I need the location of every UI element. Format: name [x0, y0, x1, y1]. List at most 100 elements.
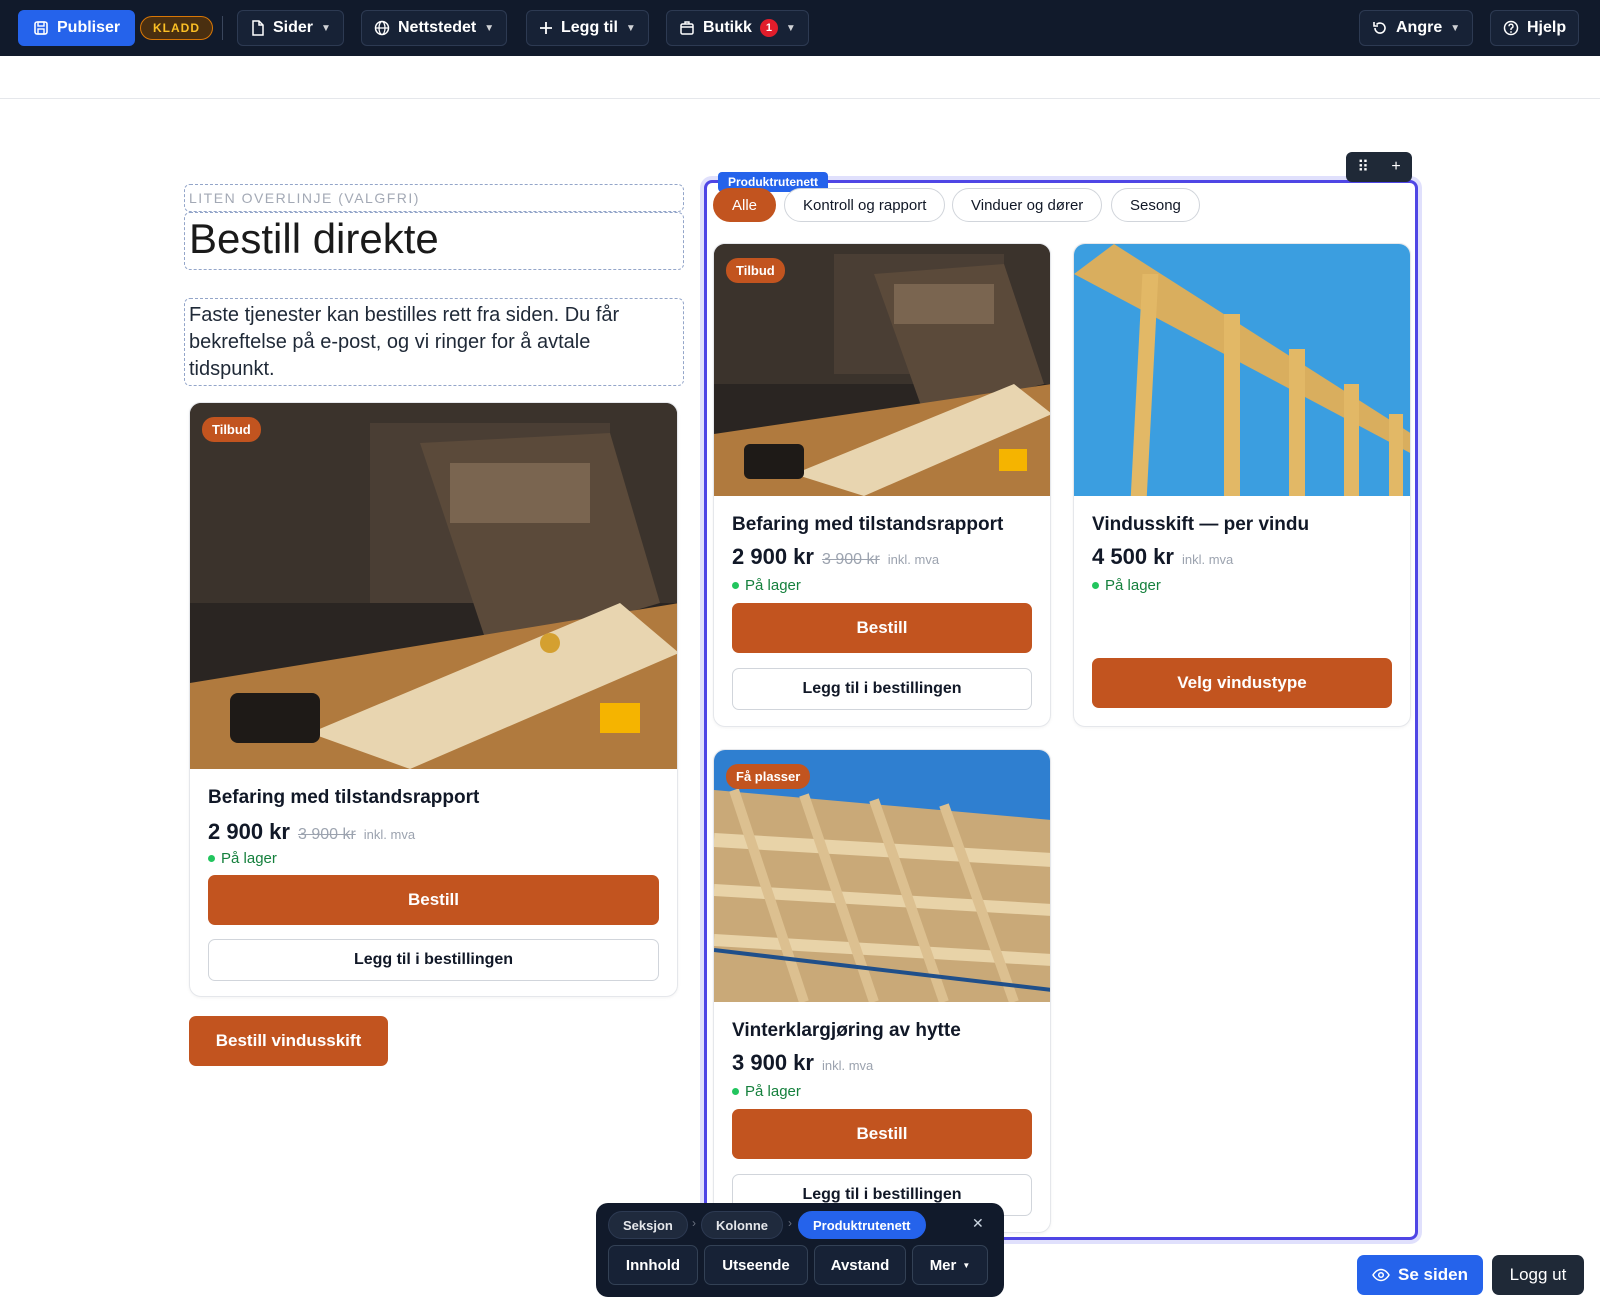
featured-product-card: Tilbud Befaring med tilstandsrapport 2 9…	[189, 402, 678, 997]
undo-label: Angre	[1396, 19, 1443, 36]
price-current: 3 900 kr	[732, 1050, 814, 1075]
stock-label: På lager	[745, 1083, 801, 1100]
save-icon	[34, 21, 48, 35]
filter-inspection[interactable]: Kontroll og rapport	[784, 188, 946, 222]
add-block-icon[interactable]: +	[1391, 158, 1400, 176]
stock-label: På lager	[745, 577, 801, 594]
price-current: 2 900 kr	[732, 544, 814, 569]
price-vat: inkl. mva	[821, 1058, 874, 1073]
store-icon	[680, 21, 694, 35]
filter-windows-doors[interactable]: Vinduer og dører	[952, 188, 1103, 222]
section-overline[interactable]: LITEN OVERLINJE (VALGFRI)	[184, 184, 684, 212]
caret-down-icon: ▼	[962, 1260, 971, 1270]
add-label: Legg til	[561, 19, 618, 36]
breadcrumb-column[interactable]: Kolonne	[701, 1211, 783, 1239]
price-vat: inkl. mva	[1181, 552, 1234, 567]
editor-toolbar: Publiser KLADD Sider ▼ Nettstedet ▼ Legg…	[0, 0, 1600, 56]
block-tools: ⠿ +	[1346, 152, 1412, 182]
price-old: 3 900 kr	[821, 551, 880, 568]
product-card: Tilbud Befaring med tilstandsrapport 2 9…	[713, 243, 1051, 727]
product-card: Vindusskift — per vindu 4 500 kr inkl. m…	[1073, 243, 1411, 727]
chevron-down-icon: ▼	[484, 22, 495, 34]
chevron-down-icon: ▼	[321, 22, 331, 34]
logout-button[interactable]: Logg ut	[1492, 1255, 1584, 1295]
product-price: 3 900 kr inkl. mva	[732, 1050, 873, 1076]
shop-label: Butikk	[703, 19, 752, 36]
product-price: 4 500 kr inkl. mva	[1092, 544, 1233, 570]
cart-count-badge: 1	[759, 19, 778, 37]
filter-all[interactable]: Alle	[713, 188, 777, 222]
product-title[interactable]: Befaring med tilstandsrapport	[732, 514, 1003, 536]
block-settings-toolbar: Seksjon › Kolonne › Produktrutenett ✕ In…	[596, 1203, 1004, 1297]
price-current: 2 900 kr	[208, 819, 290, 844]
chevron-right-icon: ›	[692, 1216, 696, 1230]
chevron-right-icon: ›	[788, 1216, 792, 1230]
help-button[interactable]: Hjelp	[1490, 10, 1580, 46]
product-image: Tilbud	[714, 244, 1050, 496]
order-window-button[interactable]: Bestill vindusskift	[189, 1016, 388, 1066]
product-card: Få plasser Vinterklargjøring av hytte 3 …	[713, 749, 1051, 1233]
website-menu-button[interactable]: Nettstedet ▼	[361, 10, 508, 46]
add-to-order-button[interactable]: Legg til i bestillingen	[208, 939, 659, 981]
more-label: Mer	[929, 1256, 957, 1274]
price-vat: inkl. mva	[363, 827, 416, 842]
stock-status: På lager	[732, 577, 801, 594]
pages-menu-button[interactable]: Sider ▼	[237, 10, 344, 46]
more-menu-button[interactable]: Mer ▼	[912, 1245, 988, 1285]
website-label: Nettstedet	[398, 19, 477, 36]
product-tag: Tilbud	[726, 258, 785, 283]
stock-status: På lager	[1092, 577, 1161, 594]
page-icon	[252, 20, 264, 36]
stock-status: På lager	[208, 850, 277, 867]
globe-icon	[374, 20, 390, 36]
publish-label: Publiser	[57, 19, 121, 36]
view-page-button[interactable]: Se siden	[1357, 1255, 1483, 1295]
choose-window-type-button[interactable]: Velg vindustype	[1092, 658, 1392, 708]
price-old: 3 900 kr	[297, 826, 356, 843]
breadcrumb-product-grid[interactable]: Produktrutenett	[798, 1211, 926, 1239]
content-tab-button[interactable]: Innhold	[608, 1245, 698, 1285]
eye-icon	[1372, 1268, 1390, 1282]
filter-season[interactable]: Sesong	[1111, 188, 1200, 222]
section-title[interactable]: Bestill direkte	[184, 212, 684, 270]
stock-label: På lager	[221, 850, 277, 867]
publish-button[interactable]: Publiser	[18, 10, 136, 46]
chevron-down-icon: ▼	[785, 22, 796, 34]
product-price: 2 900 kr 3 900 kr inkl. mva	[732, 544, 939, 570]
status-badge: KLADD	[140, 16, 213, 40]
product-tag: Få plasser	[726, 764, 811, 789]
breadcrumb-section[interactable]: Seksjon	[608, 1211, 688, 1239]
stock-dot-icon	[732, 1088, 739, 1095]
divider	[222, 16, 223, 40]
stock-dot-icon	[208, 855, 215, 862]
undo-button[interactable]: Angre ▼	[1359, 10, 1474, 46]
stock-dot-icon	[1092, 582, 1099, 589]
view-page-label: Se siden	[1398, 1265, 1468, 1284]
stock-dot-icon	[732, 582, 739, 589]
spacing-tab-button[interactable]: Avstand	[814, 1245, 906, 1285]
plus-icon	[540, 22, 552, 34]
header-divider	[0, 98, 1600, 99]
product-title[interactable]: Vindusskift — per vindu	[1092, 514, 1309, 536]
product-tag: Tilbud	[202, 417, 261, 442]
price-vat: inkl. mva	[887, 552, 940, 567]
order-button[interactable]: Bestill	[732, 1109, 1032, 1159]
product-image	[1074, 244, 1410, 496]
close-icon[interactable]: ✕	[972, 1215, 984, 1232]
product-price: 2 900 kr 3 900 kr inkl. mva	[208, 819, 415, 845]
add-to-order-button[interactable]: Legg til i bestillingen	[732, 668, 1032, 710]
stock-label: På lager	[1105, 577, 1161, 594]
appearance-tab-button[interactable]: Utseende	[704, 1245, 808, 1285]
order-button[interactable]: Bestill	[208, 875, 659, 925]
product-image: Få plasser	[714, 750, 1050, 1002]
product-title[interactable]: Vinterklargjøring av hytte	[732, 1020, 961, 1042]
price-current: 4 500 kr	[1092, 544, 1174, 569]
undo-icon	[1373, 22, 1386, 34]
order-button[interactable]: Bestill	[732, 603, 1032, 653]
add-menu-button[interactable]: Legg til ▼	[526, 10, 649, 46]
chevron-down-icon: ▼	[1450, 22, 1461, 34]
product-title[interactable]: Befaring med tilstandsrapport	[208, 787, 479, 809]
section-intro[interactable]: Faste tjenester kan bestilles rett fra s…	[184, 298, 684, 386]
drag-handle-icon[interactable]: ⠿	[1357, 157, 1369, 177]
shop-menu-button[interactable]: Butikk 1 ▼	[666, 10, 809, 46]
